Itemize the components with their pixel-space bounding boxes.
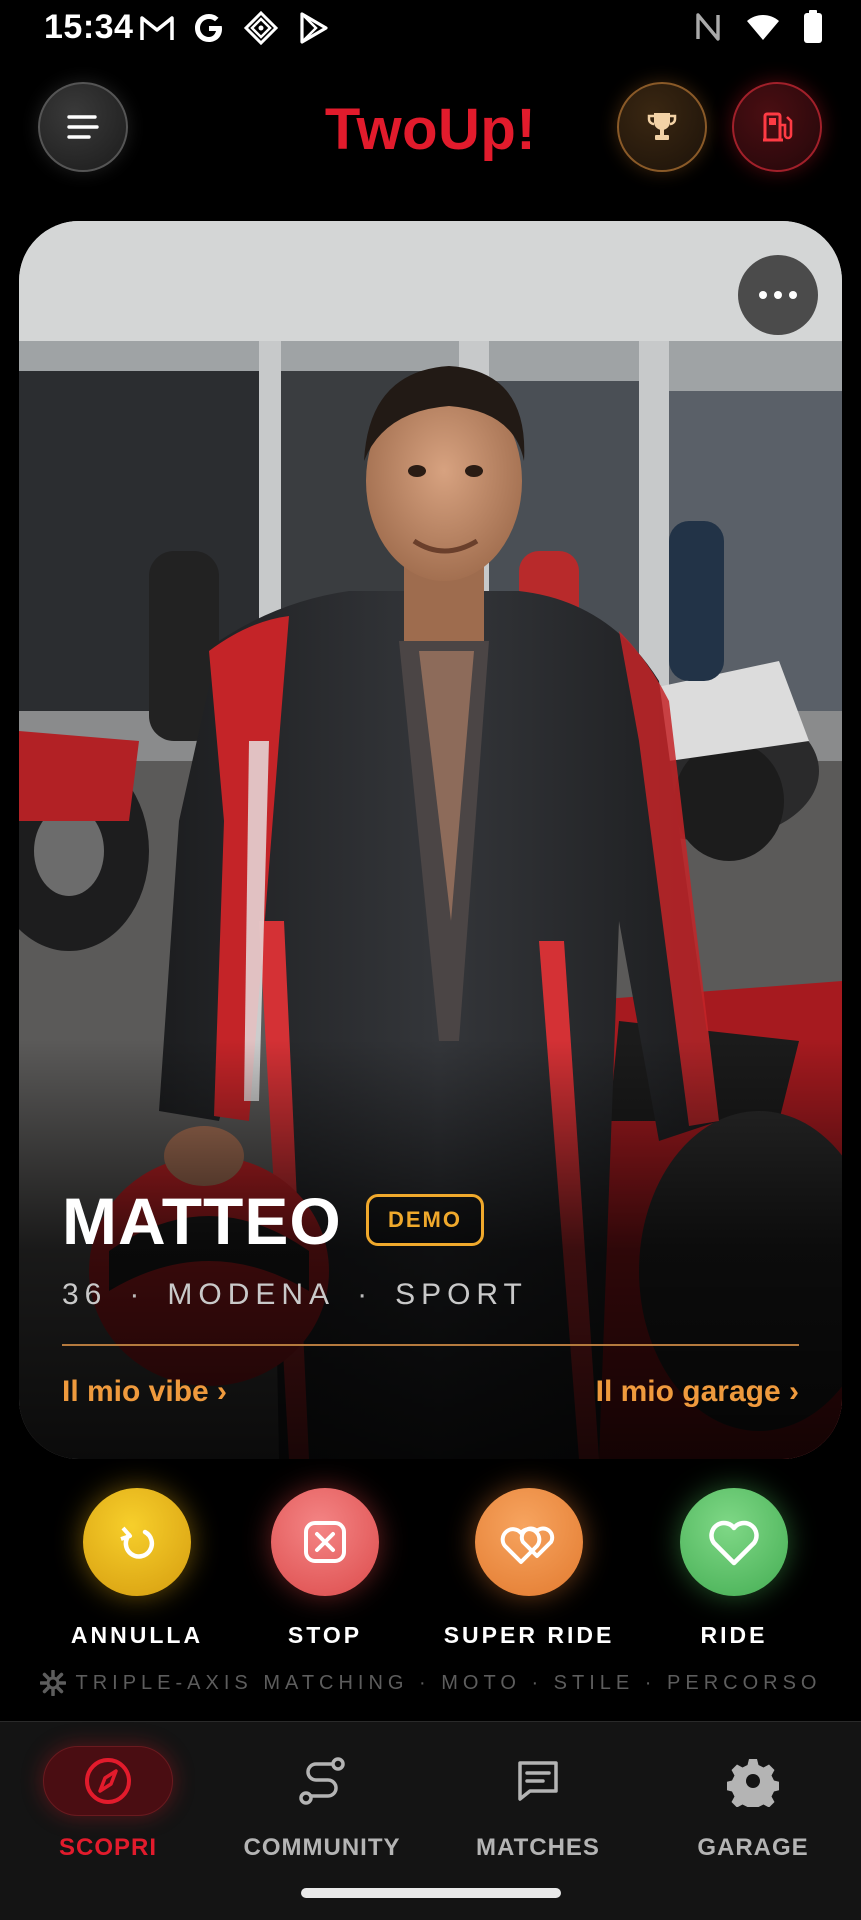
gemini-icon xyxy=(243,10,279,46)
profile-city: MODENA xyxy=(167,1278,336,1311)
more-options-button[interactable] xyxy=(738,255,818,335)
undo-icon xyxy=(120,1526,155,1559)
garage-link[interactable]: Il mio garage › xyxy=(596,1375,799,1409)
tab-scopri-label: SCOPRI xyxy=(58,1834,157,1861)
trophy-button[interactable] xyxy=(617,82,707,172)
tab-community-label: COMMUNITY xyxy=(243,1834,401,1861)
gmail-icon xyxy=(140,16,174,40)
profile-card[interactable]: MATTEO DEMO 36 · MODENA · SPORT Il mio v… xyxy=(19,221,842,1459)
fuel-button[interactable] xyxy=(732,82,822,172)
status-time: 15:34 xyxy=(44,8,134,46)
card-divider xyxy=(62,1344,799,1346)
ride-button[interactable] xyxy=(680,1488,788,1596)
undo-button[interactable] xyxy=(83,1488,191,1596)
tab-matches[interactable]: MATCHES xyxy=(438,1746,638,1862)
google-icon xyxy=(195,14,222,42)
compass-icon xyxy=(85,1758,131,1804)
tab-scopri[interactable]: SCOPRI xyxy=(8,1746,208,1862)
undo-action[interactable]: ANNULLA xyxy=(37,1488,237,1649)
home-indicator[interactable] xyxy=(301,1888,561,1898)
notification-icons xyxy=(138,10,332,46)
tagline-text: TRIPLE-AXIS MATCHING · MOTO · STILE · PE… xyxy=(75,1671,822,1694)
demo-badge: DEMO xyxy=(366,1194,484,1246)
profile-name: MATTEO xyxy=(62,1184,342,1258)
profile-age: 36 xyxy=(62,1278,108,1311)
close-box-icon xyxy=(304,1521,346,1563)
chat-icon xyxy=(518,1761,558,1801)
ride-action[interactable]: RIDE xyxy=(634,1488,834,1649)
vibe-link[interactable]: Il mio vibe › xyxy=(62,1375,227,1409)
more-horizontal-icon xyxy=(759,291,767,299)
super-ride-button[interactable] xyxy=(475,1488,583,1596)
wifi-icon xyxy=(747,15,779,40)
stop-action[interactable]: STOP xyxy=(225,1488,425,1649)
status-bar: 15:34 xyxy=(0,0,861,60)
nfc-icon xyxy=(696,13,720,41)
double-heart-icon xyxy=(500,1526,555,1564)
tab-garage-label: GARAGE xyxy=(697,1834,809,1861)
matching-tagline: TRIPLE-AXIS MATCHING · MOTO · STILE · PE… xyxy=(0,1670,861,1696)
heart-icon xyxy=(709,1520,759,1566)
stop-button[interactable] xyxy=(271,1488,379,1596)
trophy-icon xyxy=(647,113,677,140)
undo-label: ANNULLA xyxy=(70,1622,204,1648)
bottom-navigation: SCOPRI COMMUNITY MATCHES GARAGE xyxy=(0,1721,861,1920)
tab-community[interactable]: COMMUNITY xyxy=(222,1746,422,1862)
tab-matches-label: MATCHES xyxy=(476,1834,600,1861)
stop-label: STOP xyxy=(287,1622,363,1648)
super-ride-label: SUPER RIDE xyxy=(443,1622,615,1648)
ride-label: RIDE xyxy=(700,1622,768,1648)
play-store-icon xyxy=(300,12,328,44)
route-icon xyxy=(299,1757,345,1805)
tab-garage[interactable]: GARAGE xyxy=(653,1746,853,1862)
super-ride-action[interactable]: SUPER RIDE xyxy=(429,1488,629,1649)
profile-style: SPORT xyxy=(395,1278,528,1311)
gear-icon xyxy=(39,1670,66,1696)
battery-icon xyxy=(804,10,822,43)
app-header: TwoUp! xyxy=(0,78,861,178)
swipe-actions: ANNULLA STOP SUPER RIDE RIDE xyxy=(0,1488,861,1648)
gear-icon xyxy=(727,1759,779,1807)
fuel-pump-icon xyxy=(763,112,793,142)
profile-meta: 36 · MODENA · SPORT xyxy=(62,1278,528,1311)
system-icons xyxy=(693,10,823,44)
